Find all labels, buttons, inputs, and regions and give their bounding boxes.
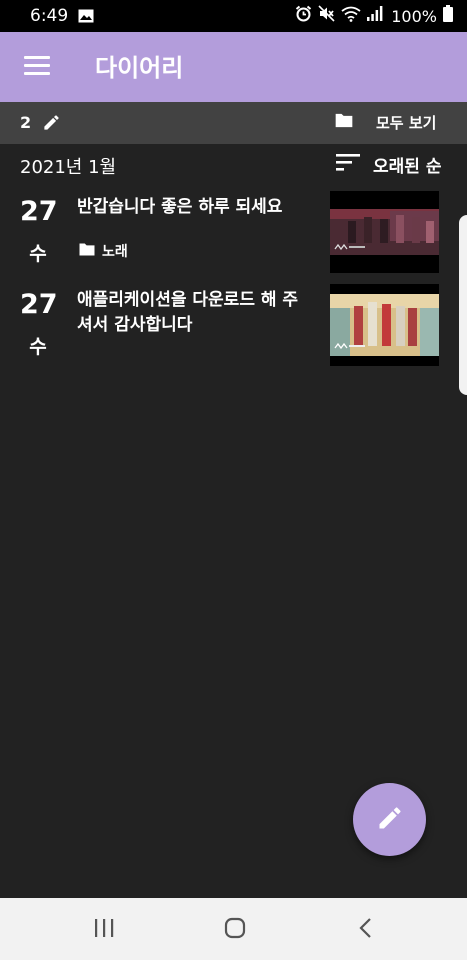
diary-entry[interactable]: 27 수 반갑습니다 좋은 하루 되세요 노래 [0, 191, 467, 283]
month-header: 2021년 1월 오래된 순 [0, 144, 467, 184]
back-icon[interactable] [355, 916, 377, 944]
diary-entry[interactable]: 27 수 애플리케이션을 다운로드 해 주셔서 감사합니다 [0, 284, 467, 376]
entry-count: 2 [20, 113, 32, 132]
sort-button[interactable]: 오래된 순 [335, 151, 441, 177]
entry-weekday: 수 [29, 243, 47, 265]
entry-title: 반갑습니다 좋은 하루 되세요 [77, 197, 283, 217]
entry-day: 27 [20, 289, 58, 320]
status-time: 6:49 [30, 6, 69, 26]
entry-folder-tag: 노래 [78, 241, 128, 261]
alarm-icon [295, 5, 312, 27]
new-entry-button[interactable] [353, 783, 426, 856]
entry-weekday: 수 [29, 336, 47, 358]
music-video-thumbnail [330, 191, 439, 273]
entry-title: 애플리케이션을 다운로드 해 주셔서 감사합니다 [77, 290, 299, 335]
wifi-icon [341, 6, 361, 27]
app-title: 다이어리 [95, 54, 184, 82]
pencil-icon [376, 804, 404, 836]
app-bar: 다이어리 [0, 32, 467, 102]
view-all-label: 모두 보기 [376, 114, 437, 132]
entry-day: 27 [20, 196, 58, 227]
home-icon[interactable] [223, 916, 247, 944]
signal-icon [367, 6, 383, 26]
screen: 6:49 100% 다이어리 2 모두 보기 2021년 1월 오래된 순 27… [0, 0, 467, 960]
folder-icon [334, 112, 354, 133]
entry-folder-label: 노래 [102, 244, 128, 260]
sort-icon [335, 151, 361, 177]
system-nav-bar [0, 898, 467, 960]
month-label: 2021년 1월 [20, 157, 117, 178]
folder-icon [78, 242, 96, 261]
recents-icon[interactable] [93, 916, 115, 944]
sort-label: 오래된 순 [373, 156, 442, 177]
mute-icon [318, 5, 335, 27]
battery-percent: 100% [391, 6, 437, 26]
diary-toolbar: 2 모두 보기 [0, 102, 467, 144]
status-bar: 6:49 100% [0, 0, 467, 32]
music-video-thumbnail [330, 284, 439, 366]
battery-icon [443, 5, 453, 27]
menu-icon[interactable] [24, 56, 50, 78]
status-icons: 100% [295, 5, 453, 27]
scroll-handle[interactable] [459, 215, 467, 395]
edit-pencil-icon[interactable] [42, 113, 61, 136]
image-icon [78, 9, 94, 23]
view-all-button[interactable]: 모두 보기 [334, 112, 436, 133]
